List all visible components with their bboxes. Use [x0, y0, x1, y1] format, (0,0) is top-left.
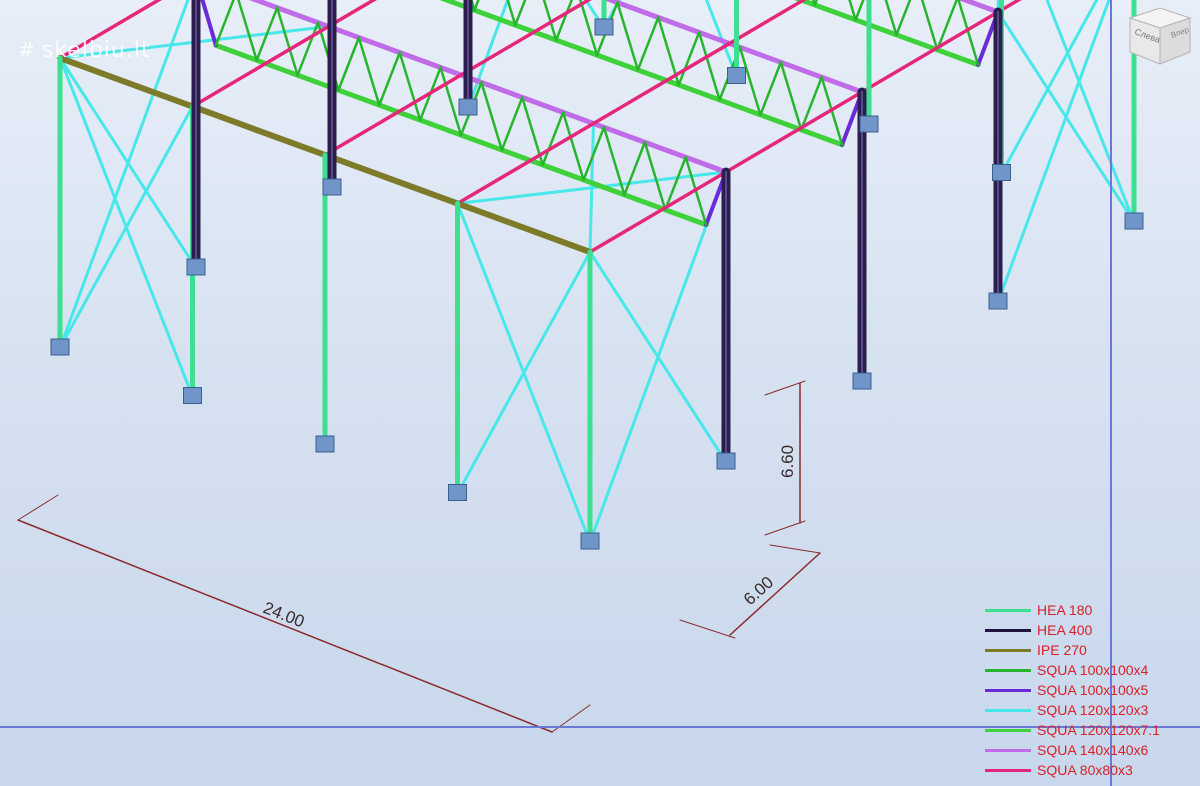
watermark-text: skelbiu.lt	[41, 38, 151, 63]
legend-label: HEA 180	[1037, 602, 1093, 618]
footing[interactable]	[448, 484, 467, 501]
truss-web[interactable]	[357, 36, 381, 107]
wall-bracing[interactable]	[1000, 0, 1135, 175]
gable-bracing[interactable]	[588, 250, 728, 464]
dimension-extension[interactable]	[764, 380, 806, 396]
truss-web[interactable]	[480, 81, 504, 152]
dimension-height-label: 6.60	[778, 445, 797, 478]
truss-web[interactable]	[378, 51, 401, 107]
footing[interactable]	[1124, 212, 1144, 230]
footing[interactable]	[458, 98, 478, 116]
truss-web[interactable]	[616, 1, 640, 72]
legend-swatch	[985, 628, 1031, 632]
footing[interactable]	[322, 178, 342, 196]
legend-label: SQUA 100x100x5	[1037, 682, 1149, 698]
legend-item: SQUA 100x100x5	[985, 680, 1195, 700]
truss-web[interactable]	[561, 111, 585, 182]
truss-web[interactable]	[854, 0, 876, 22]
legend-swatch	[985, 668, 1031, 672]
footing[interactable]	[183, 387, 202, 404]
legend-item: HEA 180	[985, 600, 1195, 620]
legend-swatch	[985, 728, 1031, 732]
truss-web[interactable]	[500, 96, 524, 152]
legend-swatch	[985, 748, 1031, 752]
legend-label: IPE 270	[1037, 642, 1087, 658]
legend-label: SQUA 100x100x4	[1037, 662, 1149, 678]
legend-label: SQUA 80x80x3	[1037, 762, 1133, 778]
truss-web[interactable]	[541, 111, 565, 167]
legend-swatch	[985, 608, 1031, 612]
footing[interactable]	[988, 292, 1008, 310]
footing[interactable]	[716, 452, 736, 470]
truss-web[interactable]	[623, 141, 647, 197]
truss-bottom-chord[interactable]	[488, 0, 981, 68]
truss-web[interactable]	[554, 0, 576, 42]
legend-label: SQUA 120x120x3	[1037, 702, 1149, 718]
dimension-bay-label: 6.00	[740, 573, 777, 609]
legend-swatch	[985, 768, 1031, 772]
truss-web[interactable]	[759, 61, 783, 117]
legend-swatch	[985, 648, 1031, 652]
legend-item: SQUA 120x120x7.1	[985, 720, 1195, 740]
truss-web[interactable]	[643, 141, 667, 212]
legend-label: SQUA 140x140x6	[1037, 742, 1149, 758]
footing[interactable]	[992, 164, 1011, 181]
truss-web[interactable]	[779, 61, 803, 132]
footing[interactable]	[50, 338, 70, 356]
legend-swatch	[985, 708, 1031, 712]
truss-web[interactable]	[514, 0, 535, 27]
dimension-length-label: 24.00	[261, 598, 308, 631]
view-cube[interactable]: Слева Впер	[1120, 4, 1200, 68]
truss-web[interactable]	[236, 0, 258, 62]
dimension-extension[interactable]	[764, 520, 806, 536]
legend-label: SQUA 120x120x7.1	[1037, 722, 1160, 738]
legend-item: SQUA 100x100x4	[985, 660, 1195, 680]
wall-bracing[interactable]	[58, 56, 194, 398]
footing[interactable]	[580, 532, 600, 550]
footing[interactable]	[594, 18, 614, 36]
footing[interactable]	[859, 115, 879, 133]
truss-web[interactable]	[677, 31, 701, 87]
truss-web[interactable]	[275, 6, 299, 77]
footing[interactable]	[852, 372, 872, 390]
legend-label: HEA 400	[1037, 622, 1093, 638]
gable-bracing[interactable]	[58, 56, 198, 270]
truss-web[interactable]	[636, 16, 660, 72]
roof-bracing[interactable]	[588, 122, 595, 254]
legend-item: SQUA 120x120x3	[985, 700, 1195, 720]
legend-item: SQUA 80x80x3	[985, 760, 1195, 780]
footing[interactable]	[186, 258, 206, 276]
truss-web[interactable]	[895, 0, 916, 37]
dimension-extension[interactable]	[769, 544, 821, 554]
dimension-line-length[interactable]	[17, 519, 553, 733]
truss-web[interactable]	[697, 31, 721, 102]
legend-item: HEA 400	[985, 620, 1195, 640]
truss-web[interactable]	[337, 36, 361, 92]
gable-bracing[interactable]	[996, 10, 1136, 224]
wall-bracing[interactable]	[456, 202, 592, 544]
watermark: # skelbiu.lt	[18, 38, 151, 63]
footing[interactable]	[315, 435, 335, 453]
section-legend: HEA 180 HEA 400 IPE 270 SQUA 100x100x4 SQUA …	[985, 600, 1195, 780]
dimension-extension[interactable]	[17, 494, 59, 521]
legend-item: IPE 270	[985, 640, 1195, 660]
footing[interactable]	[727, 67, 746, 84]
legend-item: SQUA 140x140x6	[985, 740, 1195, 760]
dimension-extension[interactable]	[679, 619, 736, 639]
legend-swatch	[985, 688, 1031, 692]
grid-hash-icon: #	[18, 38, 36, 62]
